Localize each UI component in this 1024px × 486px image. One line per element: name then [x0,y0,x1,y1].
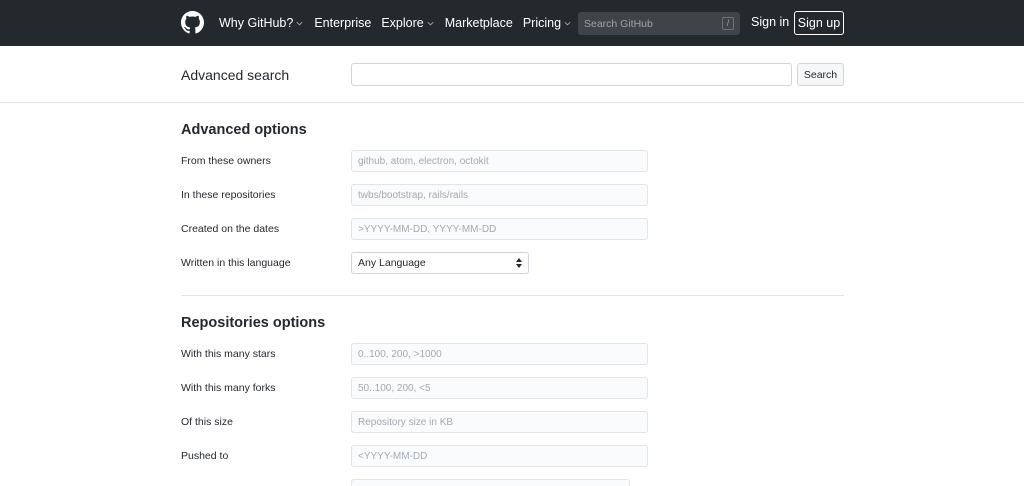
github-logo-icon[interactable] [181,11,204,34]
header-search-input[interactable] [578,12,718,35]
nav-marketplace[interactable]: Marketplace [445,16,513,30]
pushed-input[interactable] [351,445,648,467]
search-button[interactable]: Search [797,63,844,86]
repositories-label: In these repositories [181,189,276,201]
advanced-options-heading: Advanced options [181,122,307,138]
size-label: Of this size [181,416,233,428]
nav-explore[interactable]: Explore [381,16,434,30]
nav-pricing[interactable]: Pricing [523,16,572,30]
site-header: Why GitHub? Enterprise Explore Marketpla… [0,0,1024,46]
language-label: Written in this language [181,257,291,269]
language-selected-value: Any Language [358,257,426,269]
chevron-down-icon [296,21,303,25]
size-input[interactable] [351,411,648,433]
header-search: / [578,12,740,35]
owners-input[interactable] [351,150,648,172]
advanced-search-bar: Advanced search Search [0,46,1024,103]
stars-label: With this many stars [181,348,276,360]
select-arrows-icon [516,258,522,268]
nav-label: Explore [381,16,424,30]
nav-enterprise[interactable]: Enterprise [314,16,371,30]
sign-up-button[interactable]: Sign up [794,11,844,35]
repositories-input[interactable] [351,184,648,206]
created-dates-input[interactable] [351,218,648,240]
section-divider [181,295,844,296]
page-title: Advanced search [181,67,290,83]
owners-label: From these owners [181,155,271,167]
search-shortcut-key: / [722,17,734,30]
sign-in-link[interactable]: Sign in [751,15,789,29]
main-nav: Why GitHub? Enterprise Explore Marketpla… [219,0,582,46]
forks-label: With this many forks [181,382,276,394]
created-dates-label: Created on the dates [181,223,280,235]
pushed-label: Pushed to [181,450,229,462]
search-query-input[interactable] [351,63,792,86]
nav-label: Enterprise [314,16,372,30]
chevron-down-icon [427,21,434,25]
forks-input[interactable] [351,377,648,399]
chevron-down-icon [564,21,571,25]
repositories-options-heading: Repositories options [181,315,326,331]
nav-label: Pricing [522,16,562,30]
language-select[interactable]: Any Language [351,252,529,274]
nav-why-github[interactable]: Why GitHub? [219,16,304,30]
stars-input[interactable] [351,343,648,365]
nav-label: Why GitHub? [219,16,294,30]
next-row-input[interactable] [351,479,630,486]
nav-label: Marketplace [444,16,513,30]
